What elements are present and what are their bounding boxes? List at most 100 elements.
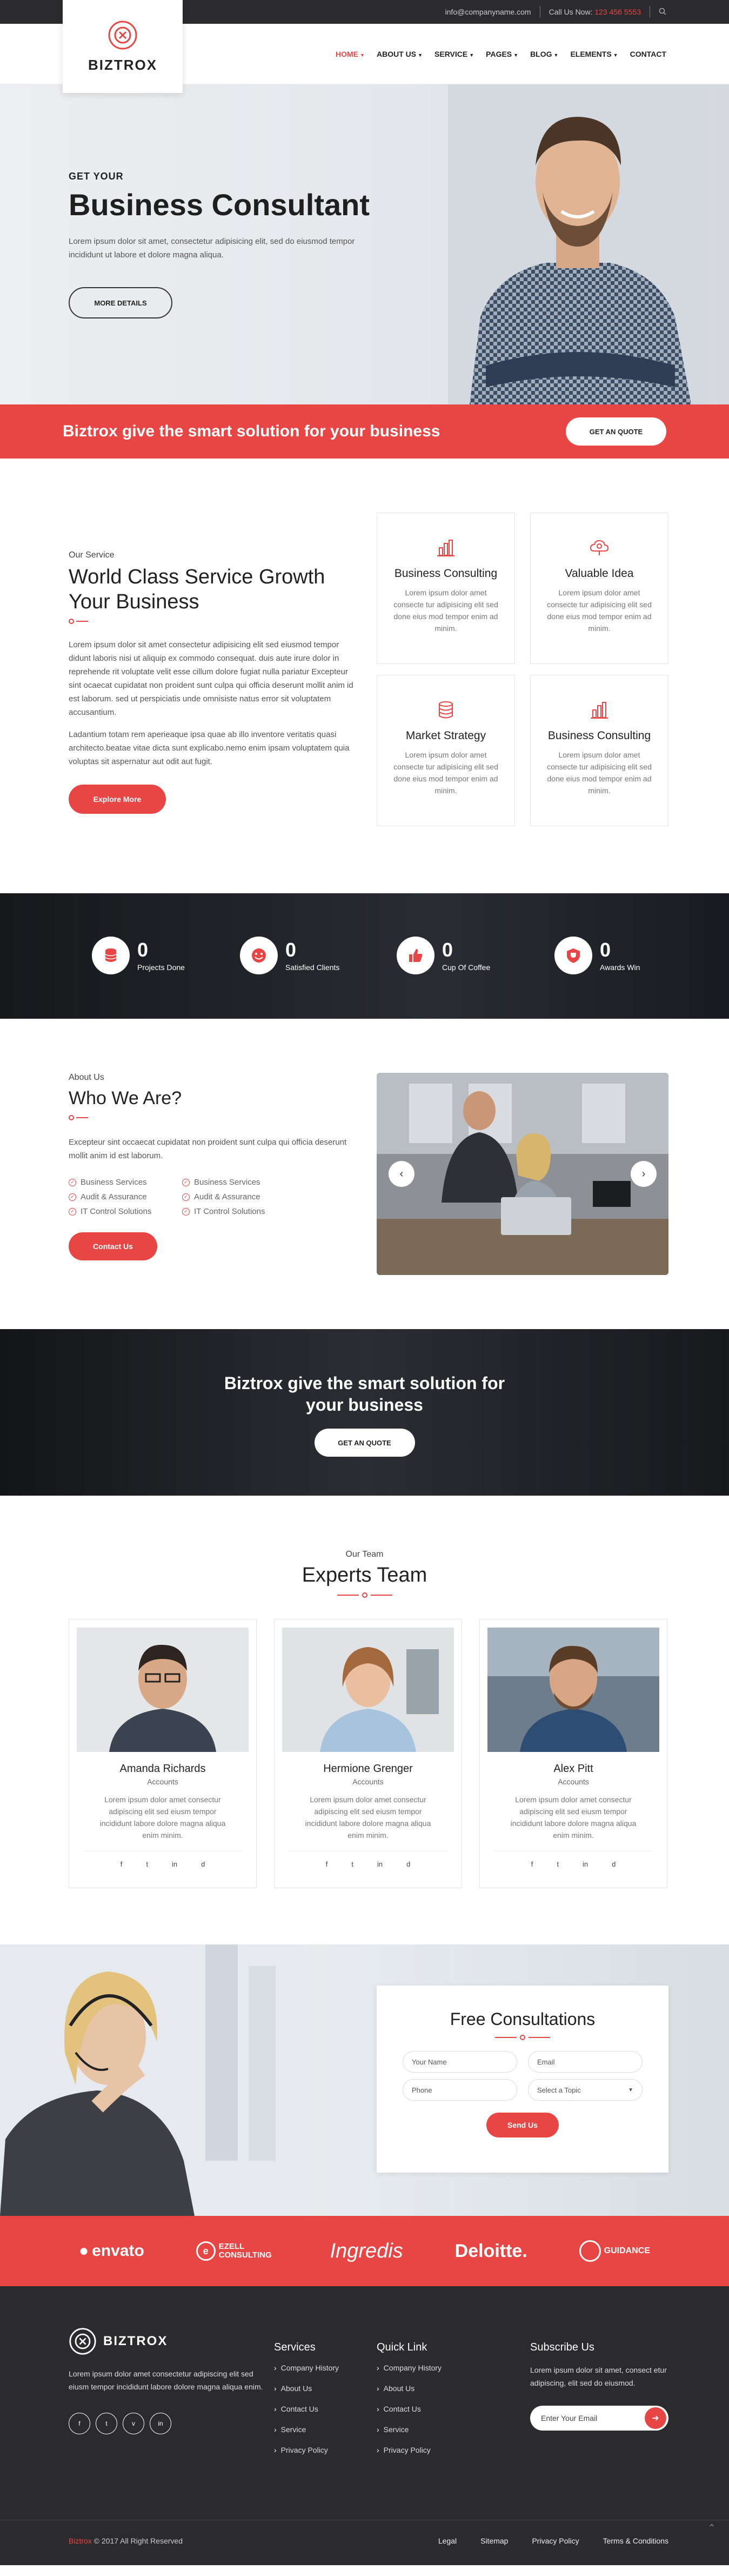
counter-label: Awards Win — [600, 963, 640, 972]
footer-link[interactable]: Privacy Policy — [274, 2446, 339, 2454]
facebook-icon[interactable]: f — [531, 1860, 533, 1868]
service-card[interactable]: Valuable Idea Lorem ipsum dolor amet con… — [530, 513, 668, 664]
footer-quick-title: Quick Link — [377, 2341, 427, 2353]
hero-title: Business Consultant — [69, 188, 370, 222]
team-section: Our Team Experts Team Amanda Richards Ac… — [0, 1496, 729, 1944]
nav-home[interactable]: HOME ▼ — [336, 50, 365, 58]
dribbble-icon[interactable]: d — [612, 1860, 616, 1868]
services-paragraph-2: Ladantium totam rem aperieaque ipsa quae… — [69, 730, 350, 766]
brand-logo-deloitte[interactable]: Deloitte. — [455, 2241, 527, 2262]
team-member-card[interactable]: Hermione Grenger Accounts Lorem ipsum do… — [274, 1619, 462, 1888]
name-input[interactable]: Your Name — [403, 2051, 517, 2073]
terms-link[interactable]: Terms & Conditions — [603, 2537, 668, 2545]
explore-more-button[interactable]: Explore More — [69, 785, 166, 814]
twitter-icon[interactable]: t — [96, 2413, 117, 2434]
about-image-slider[interactable]: ‹ › — [377, 1073, 668, 1275]
footer-link[interactable]: Contact Us — [274, 2405, 339, 2413]
nav-elements[interactable]: ELEMENTS ▼ — [570, 50, 618, 58]
list-item: ✓ IT Control Solutions — [69, 1207, 182, 1216]
member-role: Accounts — [558, 1777, 589, 1786]
service-card[interactable]: Market Strategy Lorem ipsum dolor amet c… — [377, 675, 515, 826]
idea-cloud-icon — [590, 540, 609, 555]
member-text: Lorem ipsum dolor amet consectur adipisc… — [99, 1795, 226, 1840]
footer-link[interactable]: Privacy Policy — [377, 2446, 442, 2454]
twitter-icon[interactable]: t — [146, 1860, 148, 1868]
facebook-icon[interactable]: f — [69, 2413, 90, 2434]
top-email[interactable]: info@companyname.com — [445, 8, 531, 16]
member-role: Accounts — [352, 1777, 384, 1786]
phone-input[interactable]: Phone — [403, 2079, 517, 2101]
footer-link[interactable]: Company History — [274, 2363, 339, 2372]
service-card-text: Lorem ipsum dolor amet consecte tur adip… — [547, 588, 652, 633]
next-arrow-button[interactable]: › — [631, 1161, 657, 1187]
sitemap-link[interactable]: Sitemap — [480, 2537, 508, 2545]
footer-link[interactable]: About Us — [274, 2384, 339, 2393]
contact-us-button[interactable]: Contact Us — [69, 1232, 157, 1260]
twitter-icon[interactable]: t — [351, 1860, 353, 1868]
service-card[interactable]: Business Consulting Lorem ipsum dolor am… — [530, 675, 668, 826]
hero-text: Lorem ipsum dolor sit amet, consectetur … — [69, 237, 355, 260]
copyright-brand[interactable]: Biztrox — [69, 2537, 92, 2545]
brand-logo-guidance[interactable]: GUIDANCE — [579, 2240, 650, 2262]
footer-logo[interactable]: BIZTROX — [69, 2327, 263, 2355]
footer-social: f t v in — [69, 2413, 263, 2434]
list-item: ✓ Business Services — [182, 1178, 296, 1187]
privacy-policy-link[interactable]: Privacy Policy — [532, 2537, 579, 2545]
footer-link[interactable]: Service — [274, 2425, 339, 2434]
footer-services-title: Services — [274, 2341, 316, 2353]
site-footer: BIZTROX Lorem ipsum dolor amet consectet… — [0, 2286, 729, 2520]
hero-subtitle: GET YOUR — [69, 171, 124, 182]
brand-logo-ingredis[interactable]: Ingredis — [330, 2240, 403, 2263]
linkedin-icon[interactable]: in — [583, 1860, 588, 1868]
nav-blog[interactable]: BLOG ▼ — [530, 50, 558, 58]
nav-about[interactable]: ABOUT US ▼ — [377, 50, 423, 58]
services-paragraph-1: Lorem ipsum dolor sit amet consectetur a… — [69, 640, 353, 717]
email-input[interactable]: Email — [528, 2051, 643, 2073]
linkedin-icon[interactable]: in — [377, 1860, 383, 1868]
arrow-right-icon[interactable]: ➜ — [645, 2407, 666, 2429]
nav-contact[interactable]: CONTACT — [630, 50, 666, 58]
counter-label: Satisfied Clients — [285, 963, 340, 972]
team-member-card[interactable]: Alex Pitt Accounts Lorem ipsum dolor ame… — [479, 1619, 667, 1888]
promo-strip: Biztrox give the smart solution for your… — [0, 404, 729, 459]
footer-link[interactable]: Service — [377, 2425, 442, 2434]
get-quote-button[interactable]: GET AN QUOTE — [566, 417, 666, 446]
linkedin-icon[interactable]: in — [150, 2413, 171, 2434]
cta-get-quote-button[interactable]: GET AN QUOTE — [314, 1429, 415, 1457]
service-card[interactable]: Business Consulting Lorem ipsum dolor am… — [377, 513, 515, 664]
footer-subscribe: Subscribe Us Lorem ipsum dolor sit amet,… — [530, 2341, 668, 2431]
topic-select-value: Select a Topic — [537, 2086, 581, 2094]
footer-link[interactable]: Company History — [377, 2363, 442, 2372]
footer-link[interactable]: About Us — [377, 2384, 442, 2393]
send-us-button[interactable]: Send Us — [486, 2113, 559, 2137]
twitter-icon[interactable]: t — [557, 1860, 559, 1868]
subscribe-placeholder: Enter Your Email — [541, 2414, 598, 2422]
vimeo-icon[interactable]: v — [123, 2413, 144, 2434]
legal-link[interactable]: Legal — [438, 2537, 457, 2545]
top-phone[interactable]: 123 456 5553 — [594, 8, 641, 16]
facebook-icon[interactable]: f — [326, 1860, 328, 1868]
facebook-icon[interactable]: f — [121, 1860, 123, 1868]
nav-service[interactable]: SERVICE ▼ — [434, 50, 474, 58]
more-details-button[interactable]: MORE DETAILS — [69, 287, 172, 318]
brand-logo-envato[interactable]: ● envato — [79, 2242, 144, 2260]
linkedin-icon[interactable]: in — [172, 1860, 177, 1868]
member-photo — [487, 1628, 659, 1752]
brand-logo-ezell[interactable]: e EZELL CONSULTING — [196, 2241, 278, 2261]
footer-link[interactable]: Contact Us — [377, 2405, 442, 2413]
team-member-card[interactable]: Amanda Richards Accounts Lorem ipsum dol… — [69, 1619, 257, 1888]
dribbble-icon[interactable]: d — [201, 1860, 205, 1868]
subscribe-email-input[interactable]: Enter Your Email ➜ — [530, 2406, 668, 2431]
consultation-section: Free Consultations Your Name Email Phone… — [0, 1944, 729, 2216]
cta-title: Biztrox give the smart solution for your… — [224, 1373, 505, 1415]
scroll-to-top-icon[interactable]: ⌃ — [705, 2522, 718, 2535]
topic-select[interactable]: Select a Topic ▼ — [528, 2079, 643, 2101]
nav-pages[interactable]: PAGES ▼ — [486, 50, 518, 58]
search-icon[interactable] — [659, 8, 666, 17]
logo[interactable]: BIZTROX — [63, 0, 183, 93]
service-card-text: Lorem ipsum dolor amet consecte tur adip… — [393, 588, 498, 633]
prev-arrow-button[interactable]: ‹ — [389, 1161, 414, 1187]
copyright: Biztrox © 2017 All Right Reserved — [69, 2537, 183, 2545]
logo-icon — [69, 2328, 96, 2355]
dribbble-icon[interactable]: d — [406, 1860, 410, 1868]
